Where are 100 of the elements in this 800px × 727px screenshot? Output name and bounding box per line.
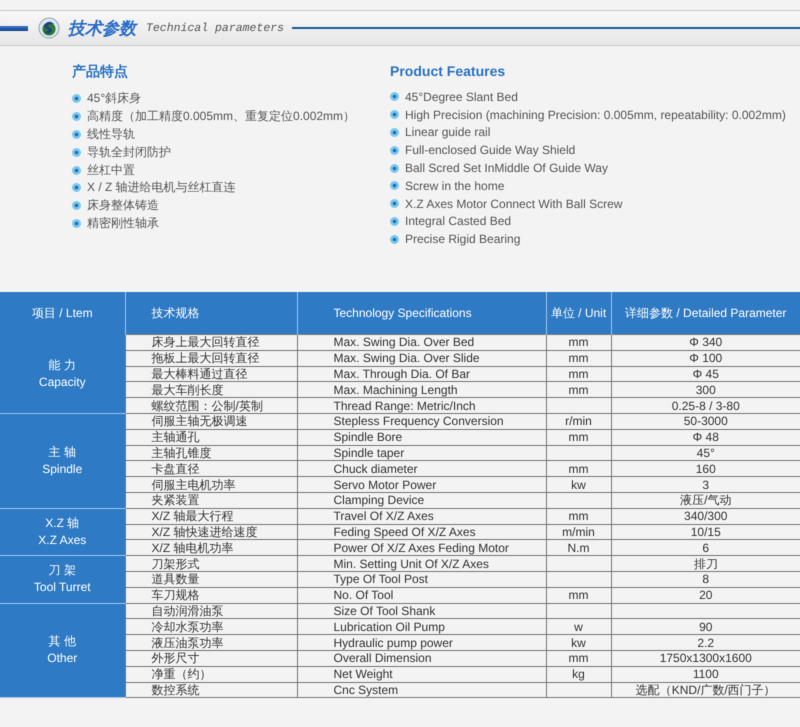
bullet-icon [72, 112, 81, 122]
table-cell: Thread Range: Metric/Inch [297, 398, 546, 414]
bullet-icon [390, 216, 399, 226]
table-cell: Cnc System [297, 682, 546, 698]
bullet-icon [390, 181, 399, 190]
table-cell: No. Of Tool [297, 587, 546, 604]
table-cell: 刀架形式 [125, 556, 297, 572]
features-heading: Product Features [390, 63, 506, 79]
bullet-icon [390, 199, 399, 208]
table-cell: 螺纹范围：公制/英制 [125, 398, 297, 414]
table-cell: Max. Swing Dia. Over Slide [297, 350, 546, 366]
logo-icon [38, 17, 60, 39]
table-cell: Lubrication Oil Pump [297, 618, 546, 635]
table-cell: 自动润滑油泵 [125, 603, 297, 619]
table-cell: 排刀 [611, 556, 800, 572]
category-name: Capacity [38, 374, 87, 391]
table-cell: 液压/气动 [611, 492, 800, 508]
table-cell: Max. Machining Length [297, 382, 546, 398]
feature-text: 精密刚性轴承 [87, 214, 159, 232]
column-header: Technology Specifications [297, 292, 546, 334]
feature-text: 线性导轨 [87, 126, 135, 143]
table-cell: mm [546, 429, 611, 446]
bullet-icon [72, 148, 81, 157]
accent-bar [0, 26, 28, 30]
table-cell: N.m [546, 540, 611, 556]
table-cell: 道具数量 [125, 571, 297, 588]
bullet-icon [72, 130, 81, 139]
table-cell: 主轴孔锥度 [125, 445, 297, 461]
feature-text: 丝杠中置 [87, 162, 135, 179]
feature-text: 床身整体铸造 [87, 197, 159, 214]
column-header: 单位 / Unit [546, 292, 611, 334]
feature-text: 45°Degree Slant Bed [405, 90, 518, 104]
feature-text: X.Z Axes Motor Connect With Ball Screw [405, 196, 622, 211]
table-cell: kw [546, 476, 611, 492]
table-cell: 伺服主轴无极调速 [125, 413, 297, 430]
table-cell: Φ 340 [611, 334, 800, 350]
table-cell: 卡盘直径 [125, 460, 297, 477]
table-cell: 外形尺寸 [125, 650, 297, 666]
table-cell: Hydraulic pump power [297, 634, 546, 650]
bullet-icon [72, 94, 81, 104]
bullet-icon [72, 166, 81, 175]
table-cell: mm [546, 350, 611, 366]
bullet-icon [390, 92, 399, 102]
table-cell: Travel Of X/Z Axes [297, 508, 546, 524]
table-cell: Clamping Device [297, 492, 546, 508]
table-cell: X/Z 轴最大行程 [125, 508, 297, 524]
category-name: 能 力 [48, 356, 77, 374]
table-cell: 液压油泵功率 [125, 634, 297, 650]
category-name: 主 轴 [48, 444, 77, 461]
table-cell: Power Of X/Z Axes Feding Motor [297, 540, 546, 556]
table-cell: 340/300 [611, 508, 800, 524]
bullet-icon [72, 218, 81, 228]
table-cell: kg [546, 666, 611, 682]
category-name: X.Z 轴 [44, 514, 80, 532]
bullet-icon [390, 128, 399, 137]
table-cell: Feding Speed Of X/Z Axes [297, 524, 546, 540]
category-name: Other [46, 650, 78, 668]
table-cell: 伺服主电机功率 [125, 476, 297, 492]
feature-text: 导轨全封闭防护 [87, 144, 171, 161]
category-name: X.Z Axes [37, 532, 88, 549]
table-cell: mm [546, 382, 611, 398]
feature-text: 高精度（加工精度0.005mm、重复定位0.002mm） [87, 108, 356, 126]
table-cell: Size Of Tool Shank [297, 603, 546, 619]
bullet-icon [390, 164, 399, 173]
column-header: 详细参数 / Detailed Parameter [611, 292, 800, 334]
section-subtitle: Technical parameters [146, 22, 284, 34]
table-cell: Servo Motor Power [297, 476, 546, 492]
table-cell: 数控系统 [125, 682, 297, 698]
table-cell: X/Z 轴电机功率 [125, 540, 297, 556]
table-cell: 最大车削长度 [125, 382, 297, 398]
features-heading: 产品特点 [72, 63, 128, 81]
table-cell: Min. Setting Unit Of X/Z Axes [297, 556, 546, 572]
table-cell: mm [546, 508, 611, 524]
table-cell: Type Of Tool Post [297, 571, 546, 588]
table-cell: Stepless Frequency Conversion [297, 413, 546, 430]
feature-text: High Precision (machining Precision: 0.005mm, repeatability: 0.002mm) [405, 108, 786, 122]
feature-text: Screw in the home [405, 178, 504, 193]
table-cell: 拖板上最大回转直径 [125, 350, 297, 366]
table-cell: m/min [546, 524, 611, 540]
category-name: 刀 架 [48, 562, 77, 580]
table-cell: 净重（约） [125, 666, 297, 682]
table-cell: Overall Dimension [297, 650, 546, 666]
feature-text: X / Z 轴进给电机与丝杠直连 [87, 179, 236, 196]
table-cell: r/min [546, 413, 611, 430]
bullet-icon [390, 146, 399, 155]
column-header: 项目 / Ltem [0, 292, 125, 334]
table-cell: X/Z 轴快速进给速度 [125, 524, 297, 540]
table-cell: 最大棒料通过直径 [125, 366, 297, 382]
table-cell: mm [546, 460, 611, 477]
table-cell: 10/15 [611, 524, 800, 540]
table-cell: Max. Through Dia. Of Bar [297, 366, 546, 382]
table-cell: Chuck diameter [297, 460, 546, 477]
bullet-icon [72, 183, 81, 192]
table-cell: Net Weight [297, 666, 546, 682]
table-cell: mm [546, 366, 611, 382]
feature-text: Integral Casted Bed [405, 214, 512, 228]
table-cell: 车刀规格 [125, 587, 297, 604]
table-cell: mm [546, 587, 611, 604]
feature-text: Precise Rigid Bearing [405, 232, 520, 246]
category-name: 其 他 [48, 633, 77, 650]
